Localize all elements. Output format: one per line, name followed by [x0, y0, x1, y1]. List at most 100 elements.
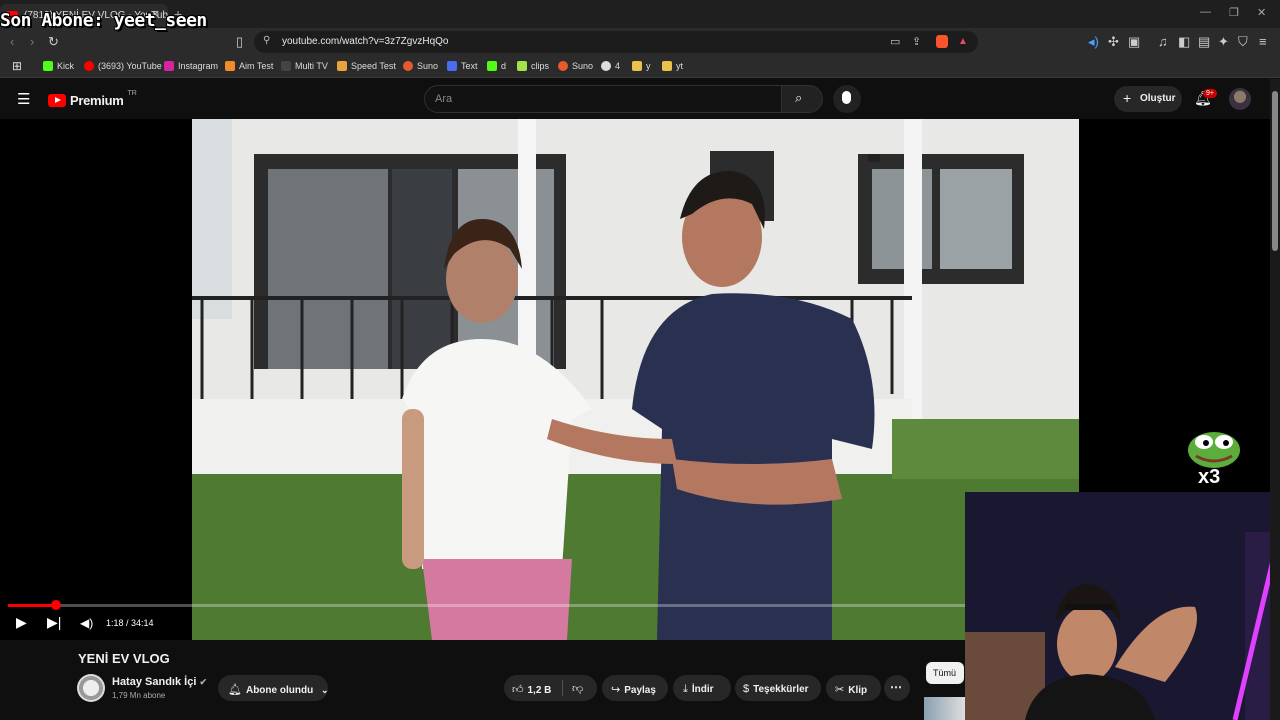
minimize-icon[interactable]: — [1200, 6, 1211, 18]
audio-icon[interactable]: ◂) [1088, 34, 1099, 50]
chevron-down-icon: ⌄ [320, 685, 329, 695]
text-icon [447, 61, 457, 71]
like-button[interactable]: 👍︎ 1,2 B [512, 684, 551, 696]
more-actions-button[interactable]: ⋯ [884, 675, 910, 701]
like-dislike-group: 👍︎ 1,2 B 👎︎ [504, 675, 597, 701]
subscribed-button[interactable]: 🔔︎ Abone olundu ⌄ [218, 675, 329, 701]
bookmark-page-icon[interactable]: ▯ [236, 34, 243, 50]
thumbs-up-icon: 👍︎ [512, 684, 524, 696]
vpn-icon[interactable]: ⛉ [1238, 34, 1248, 50]
hamburger-menu-icon[interactable]: ☰ [17, 90, 30, 108]
music-icon[interactable]: ♫ [1158, 34, 1168, 49]
bookmarks-bar: ⊞ Kick (3693) YouTube Instagram Aim Test… [0, 56, 1280, 78]
progress-scrubber-handle[interactable] [50, 600, 61, 610]
video-title: YENİ EV VLOG [78, 651, 170, 666]
bookmark-speed-test[interactable]: Speed Test [337, 61, 396, 71]
bookmark-suno[interactable]: Suno [403, 61, 438, 71]
scrollbar-thumb[interactable] [1272, 91, 1278, 251]
video-frame [192, 119, 1079, 640]
search-input[interactable]: Ara [424, 85, 782, 113]
share-icon: ↪ [611, 684, 621, 696]
apps-grid-icon[interactable]: ⊞ [12, 59, 22, 73]
search-icon: ⌕ [795, 90, 803, 105]
instagram-icon [164, 61, 174, 71]
leo-ai-icon[interactable]: ✦ [1218, 34, 1229, 50]
folder-icon [662, 61, 672, 71]
back-icon[interactable]: ‹ [10, 34, 14, 49]
create-button[interactable]: + Oluştur [1114, 86, 1182, 112]
url-text: youtube.com/watch?v=3z7ZgvzHqQo [282, 36, 449, 47]
region-code: TR [127, 90, 137, 97]
bookmark-folder-yt[interactable]: yt [662, 61, 683, 71]
volume-icon[interactable]: ◀) [80, 616, 93, 630]
clips-icon [517, 61, 527, 71]
webcam-scene-illustration [965, 492, 1280, 720]
bookmark-aim-test[interactable]: Aim Test [225, 61, 273, 71]
search-button[interactable]: ⌕ [781, 85, 823, 113]
browser-nav-bar: ‹ › ↻ ▯ ⚲ youtube.com/watch?v=3z7ZgvzHqQ… [0, 28, 1280, 56]
streamer-webcam-overlay [965, 492, 1280, 720]
microphone-icon [842, 91, 851, 104]
scissors-icon: ✂ [835, 684, 845, 696]
emote-multiplier: x3 [1198, 466, 1221, 488]
bookmark-multi-tv[interactable]: Multi TV [281, 61, 328, 71]
super-thanks-icon: $ [743, 683, 750, 695]
video-progress-bar[interactable] [8, 604, 1070, 607]
bookmark-folder-y[interactable]: y [632, 61, 651, 71]
folder-icon [632, 61, 642, 71]
download-button[interactable]: ⤓ İndir [673, 675, 731, 701]
youtube-icon [84, 61, 94, 71]
search-placeholder: Ara [435, 93, 453, 105]
site-settings-icon[interactable]: ⚲ [263, 35, 270, 46]
download-icon: ⤓ [683, 683, 688, 695]
thanks-button[interactable]: $ Teşekkürler [735, 675, 821, 701]
reader-icon[interactable]: ▣ [1128, 34, 1140, 50]
time-display: 1:18 / 34:14 [106, 618, 154, 628]
channel-avatar[interactable] [77, 674, 105, 702]
youtube-logo-icon [48, 94, 66, 107]
forward-icon[interactable]: › [30, 34, 34, 49]
video-progress-fill [8, 604, 56, 607]
account-avatar[interactable] [1229, 88, 1251, 110]
bell-icon: 🔔︎ [228, 684, 242, 696]
wallet-icon[interactable]: ▤ [1198, 34, 1210, 50]
more-horizontal-icon: ⋯ [890, 680, 902, 694]
related-video-thumbnail[interactable] [924, 697, 966, 720]
menu-icon[interactable]: ≡ [1259, 34, 1267, 49]
share-page-icon[interactable]: ⇪ [912, 35, 921, 48]
share-button[interactable]: ↪ Paylaş [602, 675, 668, 701]
brave-shields-icon[interactable] [936, 35, 948, 48]
bookmark-clips[interactable]: clips [517, 61, 549, 71]
close-window-icon[interactable]: ✕ [1257, 6, 1266, 19]
bookmark-4[interactable]: 4 [601, 61, 620, 71]
kick-icon [487, 61, 497, 71]
youtube-header: ☰ Premium TR Ara ⌕ + Oluştur 🔔︎ 9+ [0, 79, 1270, 119]
cast-icon[interactable]: ▭ [890, 35, 900, 48]
pepe-emote-icon: x3 [1186, 428, 1242, 492]
bookmark-d[interactable]: d [487, 61, 506, 71]
brave-rewards-icon[interactable]: ▲ [958, 36, 968, 47]
sidebar-icon[interactable]: ◧ [1178, 34, 1190, 50]
bookmark-instagram[interactable]: Instagram [164, 61, 218, 71]
voice-search-button[interactable] [833, 85, 861, 113]
next-video-icon[interactable]: ▶| [47, 614, 61, 631]
filter-chip-all[interactable]: Tümü [926, 662, 964, 684]
bookmark-youtube[interactable]: (3693) YouTube [84, 61, 162, 71]
multi-tv-icon [281, 61, 291, 71]
maximize-icon[interactable]: ❐ [1229, 6, 1239, 19]
page-scrollbar[interactable] [1270, 79, 1280, 720]
play-icon[interactable]: ▶ [16, 614, 27, 631]
bookmark-text[interactable]: Text [447, 61, 478, 71]
bookmark-kick[interactable]: Kick [43, 61, 74, 71]
extensions-icon[interactable]: ✣ [1108, 34, 1119, 50]
channel-name[interactable]: Hatay Sandık İçi ✔ [112, 676, 207, 688]
bookmark-suno-2[interactable]: Suno [558, 61, 593, 71]
thumbs-down-icon[interactable]: 👎︎ [572, 682, 583, 695]
suno-icon [403, 61, 413, 71]
clip-button[interactable]: ✂ Klip [826, 675, 881, 701]
address-bar[interactable]: ⚲ youtube.com/watch?v=3z7ZgvzHqQo ▭ ⇪ ▲ [254, 31, 978, 53]
verified-badge-icon: ✔ [199, 677, 207, 687]
reload-icon[interactable]: ↻ [48, 34, 59, 50]
youtube-premium-logo[interactable]: Premium TR [48, 90, 137, 108]
stream-last-subscriber-overlay: Son Abone: yeet_seen [0, 10, 207, 31]
